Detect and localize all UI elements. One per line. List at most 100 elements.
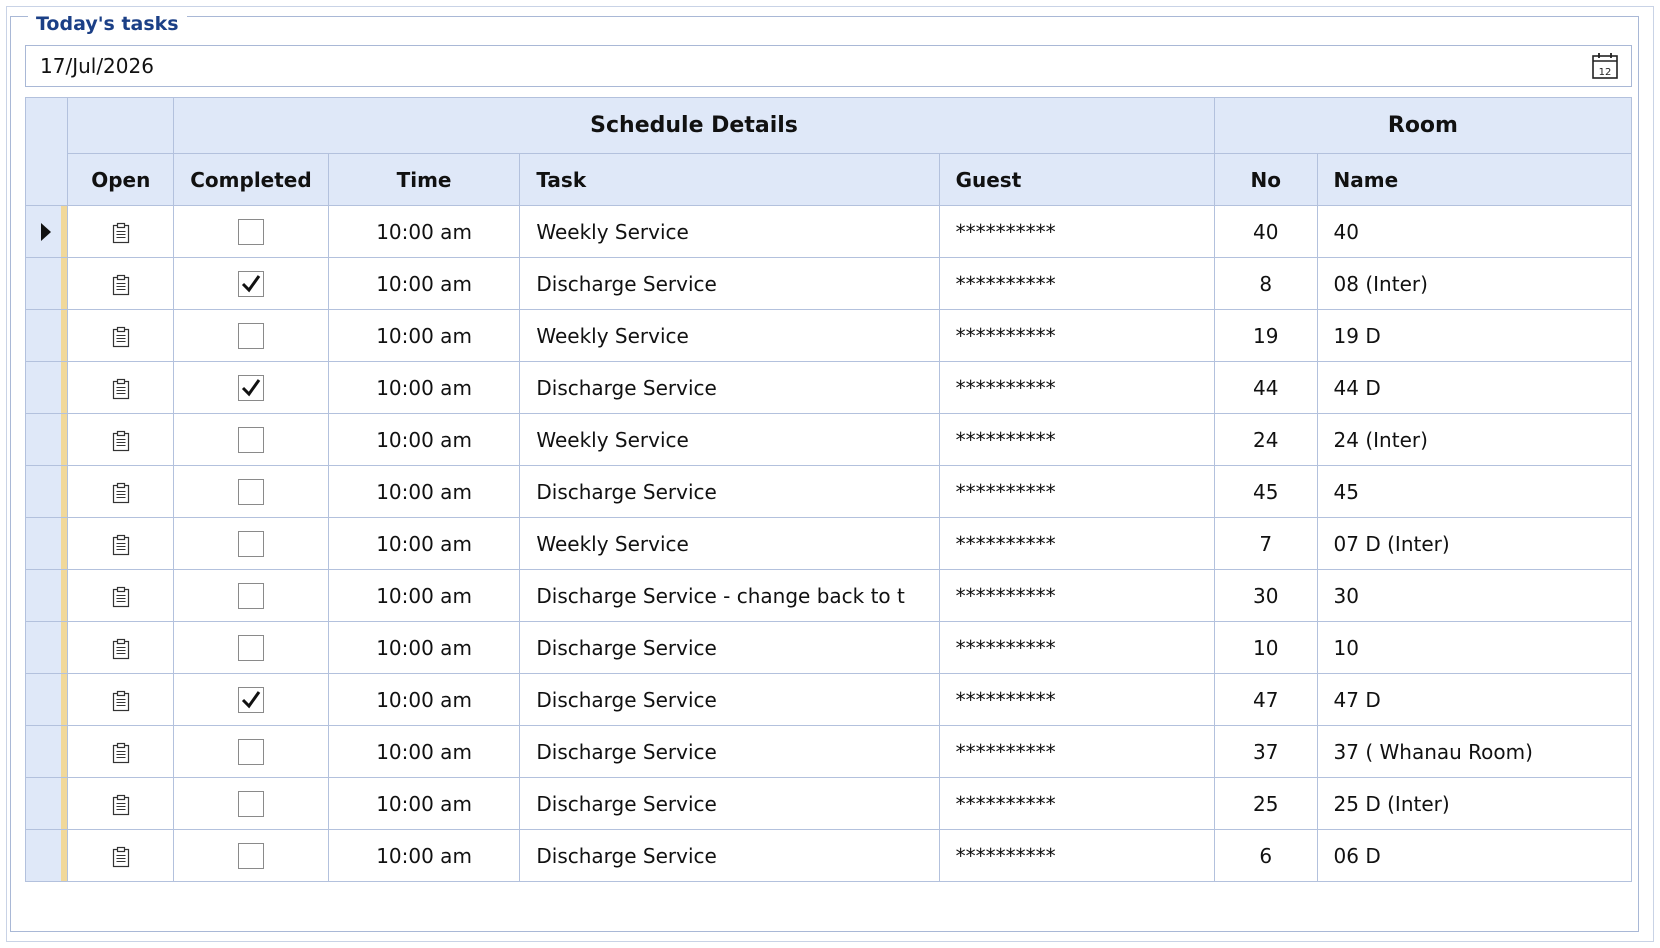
clipboard-icon[interactable] [111,326,131,348]
completed-cell[interactable] [173,205,329,258]
row-selector[interactable] [24,673,69,726]
clipboard-icon[interactable] [111,482,131,504]
calendar-icon[interactable]: 12 [1589,50,1621,82]
row-marker [61,674,67,725]
completed-cell[interactable] [173,621,329,674]
completed-checkbox[interactable] [237,218,264,245]
completed-cell[interactable] [173,829,329,882]
completed-cell[interactable] [173,413,329,466]
guest-cell: ********** [938,621,1215,674]
completed-cell[interactable] [173,517,329,570]
clipboard-icon[interactable] [111,430,131,452]
table-row[interactable]: 10:00 am Discharge Service ********** 8 08 (… [24,257,1633,310]
row-selector[interactable] [24,413,69,466]
completed-checkbox[interactable] [237,478,264,505]
open-cell[interactable] [67,309,175,362]
completed-checkbox[interactable] [237,738,264,765]
row-marker [61,414,67,465]
row-selector[interactable] [24,205,69,258]
clipboard-icon[interactable] [111,586,131,608]
clipboard-icon[interactable] [111,638,131,660]
time-cell: 10:00 am [327,517,521,570]
date-picker[interactable]: 17/Jul/2026 12 [25,45,1632,87]
open-cell[interactable] [67,829,175,882]
open-cell[interactable] [67,621,175,674]
table-row[interactable]: 10:00 am Weekly Service ********** 24 24 (In… [24,413,1633,466]
completed-cell[interactable] [173,257,329,310]
row-selector[interactable] [24,361,69,414]
completed-checkbox[interactable] [237,790,264,817]
open-cell[interactable] [67,465,175,518]
completed-checkbox[interactable] [237,530,264,557]
table-row[interactable]: 10:00 am Discharge Service ********** 25 25 … [24,777,1633,830]
open-cell[interactable] [67,257,175,310]
completed-cell[interactable] [173,361,329,414]
table-row[interactable]: 10:00 am Discharge Service ********** 47 47 … [24,673,1633,726]
col-completed[interactable]: Completed [173,153,329,206]
table-row[interactable]: 10:00 am Weekly Service ********** 7 07 D (I… [24,517,1633,570]
table-row[interactable]: 10:00 am Discharge Service ********** 6 06 D [24,829,1633,882]
open-cell[interactable] [67,413,175,466]
completed-checkbox[interactable] [237,270,264,297]
clipboard-icon[interactable] [111,794,131,816]
date-value[interactable]: 17/Jul/2026 [40,54,154,78]
time-cell: 10:00 am [327,309,521,362]
table-row[interactable]: 10:00 am Discharge Service ********** 45 45 [24,465,1633,518]
row-selector[interactable] [24,465,69,518]
checkmark-icon [241,274,261,293]
clipboard-icon[interactable] [111,846,131,868]
table-row[interactable]: 10:00 am Discharge Service ********** 44 44 … [24,361,1633,414]
row-selector[interactable] [24,309,69,362]
open-cell[interactable] [67,777,175,830]
clipboard-icon[interactable] [111,534,131,556]
open-cell[interactable] [67,673,175,726]
row-marker [61,830,67,881]
completed-cell[interactable] [173,569,329,622]
completed-checkbox[interactable] [237,842,264,869]
open-cell[interactable] [67,569,175,622]
completed-cell[interactable] [173,725,329,778]
col-guest[interactable]: Guest [938,153,1215,206]
table-row[interactable]: 10:00 am Discharge Service ********** 37 37 … [24,725,1633,778]
row-selector[interactable] [24,517,69,570]
open-cell[interactable] [67,517,175,570]
row-selector[interactable] [24,725,69,778]
completed-checkbox[interactable] [237,322,264,349]
completed-checkbox[interactable] [237,686,264,713]
row-selector[interactable] [24,829,69,882]
row-selector[interactable] [24,621,69,674]
completed-checkbox[interactable] [237,426,264,453]
table-row[interactable]: 10:00 am Weekly Service ********** 19 19 D [24,309,1633,362]
room-name-cell: 47 D [1316,673,1633,726]
completed-cell[interactable] [173,309,329,362]
time-cell: 10:00 am [327,361,521,414]
col-time[interactable]: Time [327,153,521,206]
table-row[interactable]: 10:00 am Discharge Service ********** 10 10 [24,621,1633,674]
table-row[interactable]: 10:00 am Discharge Service - change back … [24,569,1633,622]
completed-cell[interactable] [173,777,329,830]
row-selector[interactable] [24,777,69,830]
completed-checkbox[interactable] [237,374,264,401]
table-row[interactable]: 10:00 am Weekly Service ********** 40 40 [24,205,1633,258]
clipboard-icon[interactable] [111,742,131,764]
col-room-no[interactable]: No [1213,153,1318,206]
col-task[interactable]: Task [519,153,940,206]
task-cell: Weekly Service [519,205,940,258]
clipboard-icon[interactable] [111,690,131,712]
open-cell[interactable] [67,361,175,414]
row-selector[interactable] [24,257,69,310]
completed-checkbox[interactable] [237,634,264,661]
clipboard-icon[interactable] [111,274,131,296]
completed-cell[interactable] [173,673,329,726]
row-selector[interactable] [24,569,69,622]
room-name-cell: 40 [1316,205,1633,258]
col-room-name[interactable]: Name [1316,153,1633,206]
col-open[interactable]: Open [67,153,175,206]
clipboard-icon[interactable] [111,378,131,400]
completed-checkbox[interactable] [237,582,264,609]
completed-cell[interactable] [173,465,329,518]
clipboard-icon[interactable] [111,222,131,244]
room-name-cell: 30 [1316,569,1633,622]
open-cell[interactable] [67,725,175,778]
open-cell[interactable] [67,205,175,258]
